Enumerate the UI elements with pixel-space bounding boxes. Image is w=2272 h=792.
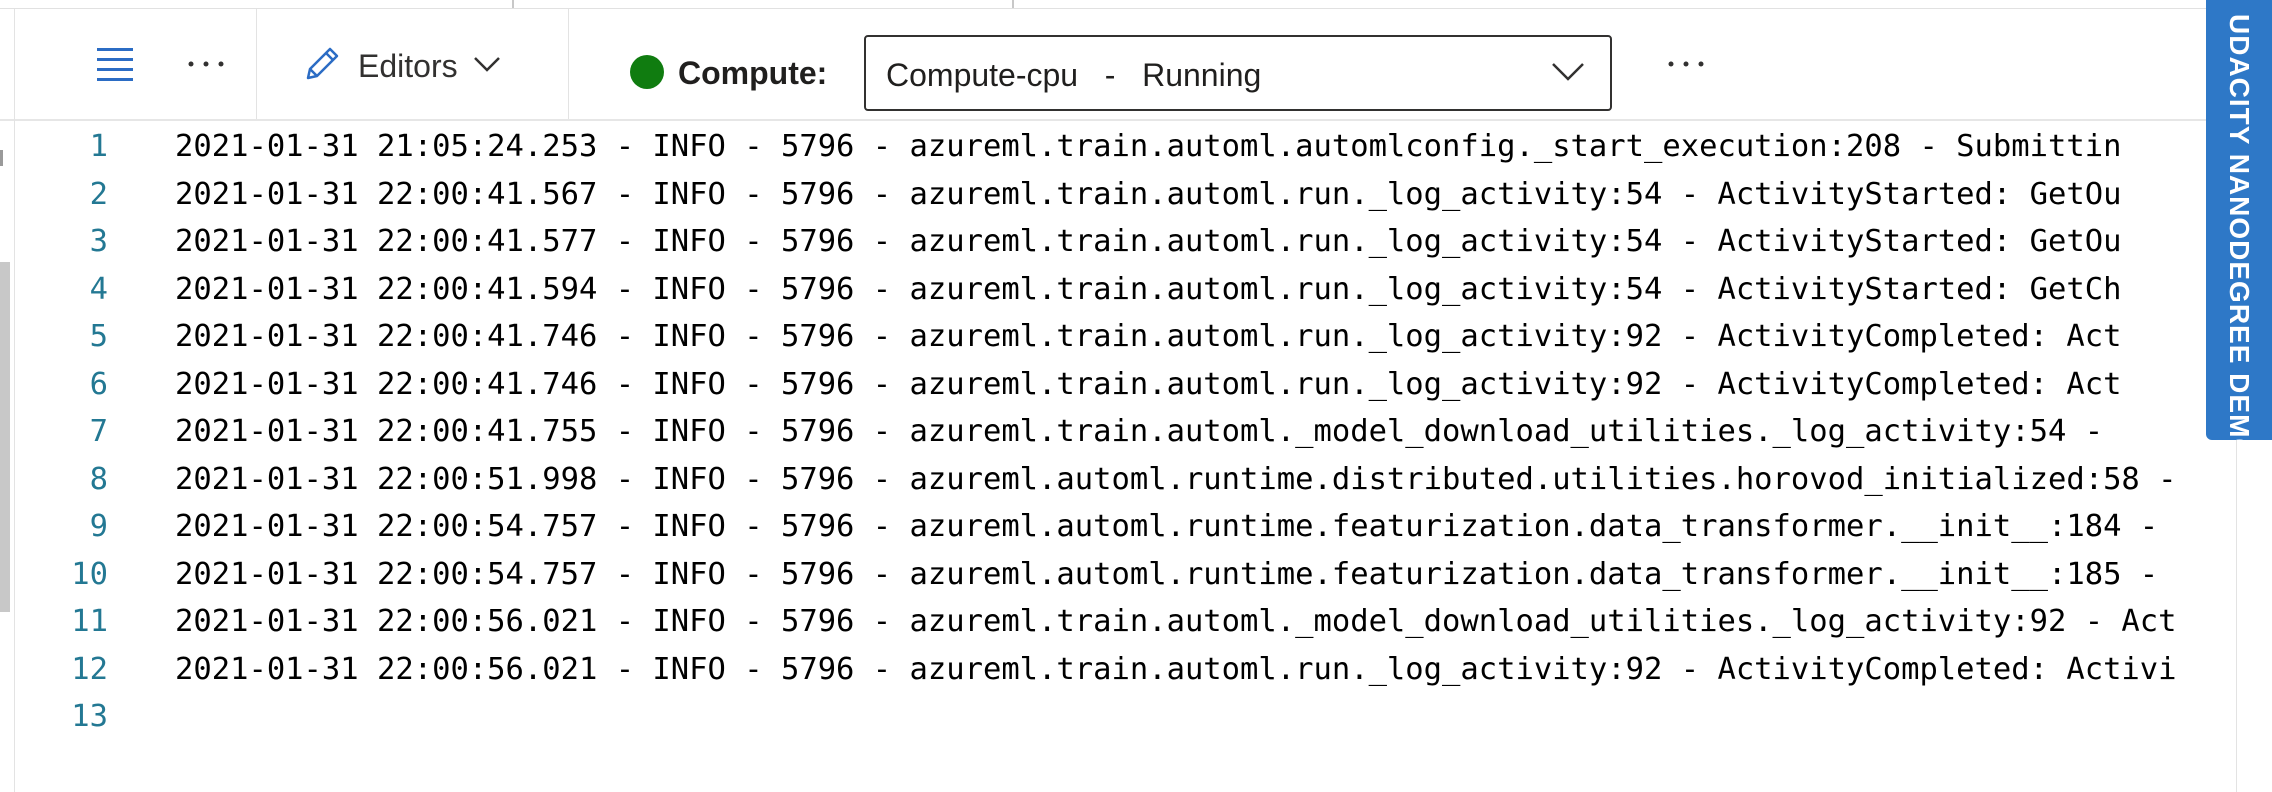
chevron-down-icon (472, 54, 502, 78)
code-line[interactable]: 3 2021-01-31 22:00:41.577 - INFO - 5796 -… (16, 218, 2236, 266)
code-line[interactable]: 11 2021-01-31 22:00:56.021 - INFO - 5796 … (16, 598, 2236, 646)
compute-label: Compute: (678, 55, 828, 91)
line-number: 8 (89, 461, 108, 497)
code-line[interactable]: 9 2021-01-31 22:00:54.757 - INFO - 5796 -… (16, 503, 2236, 551)
tab-separator (512, 0, 514, 8)
banner-text: UDACITY NANODEGREE DEMO (2224, 14, 2255, 440)
line-text: 2021-01-31 22:00:56.021 - INFO - 5796 - … (175, 651, 2177, 687)
editors-label: Editors (358, 47, 458, 84)
line-number: 9 (89, 509, 108, 544)
line-number: 1 (89, 129, 108, 164)
code-line[interactable]: 5 2021-01-31 22:00:41.746 - INFO - 5796 -… (16, 313, 2236, 361)
gutter-marker (0, 150, 3, 166)
toolbar-divider (256, 9, 257, 119)
line-number: 7 (89, 414, 108, 449)
tab-separator (1012, 0, 1014, 8)
chevron-down-icon (1550, 59, 1586, 87)
editors-dropdown[interactable]: Editors (300, 41, 502, 91)
line-number: 13 (71, 699, 108, 734)
tab-strip (0, 0, 2272, 9)
line-number: 2 (89, 176, 108, 212)
more-options-icon[interactable] (1656, 39, 1716, 89)
toolbar-divider (568, 9, 569, 119)
compute-select-value: Compute-cpu - Running (886, 57, 1262, 93)
code-line[interactable]: 4 2021-01-31 22:00:41.594 - INFO - 5796 -… (16, 266, 2236, 314)
menu-icon[interactable] (90, 39, 140, 89)
scrollbar[interactable] (0, 262, 10, 612)
code-line[interactable]: 6 2021-01-31 22:00:41.746 - INFO - 5796 -… (16, 361, 2236, 409)
code-line[interactable]: 7 2021-01-31 22:00:41.755 - INFO - 5796 -… (16, 408, 2236, 456)
code-line[interactable]: 8 2021-01-31 22:00:51.998 - INFO - 5796 -… (16, 456, 2236, 504)
line-number: 11 (71, 604, 108, 639)
line-text: 2021-01-31 22:00:54.757 - INFO - 5796 - … (175, 509, 2159, 544)
line-text: 2021-01-31 22:00:41.746 - INFO - 5796 - … (175, 319, 2122, 354)
log-editor[interactable]: 1 2021-01-31 21:05:24.253 - INFO - 5796 -… (16, 121, 2236, 792)
line-text: 2021-01-31 22:00:41.577 - INFO - 5796 - … (175, 224, 2122, 259)
code-line[interactable]: 10 2021-01-31 22:00:54.757 - INFO - 5796 … (16, 551, 2236, 599)
code-line[interactable]: 2 2021-01-31 22:00:41.567 - INFO - 5796 -… (16, 171, 2236, 219)
more-options-icon[interactable] (176, 39, 236, 89)
compute-select[interactable]: Compute-cpu - Running (864, 35, 1612, 111)
notebook-toolbar: Editors Compute: Compute-cpu - Running (0, 9, 2236, 792)
line-number: 5 (89, 319, 108, 354)
compute-status-icon (630, 55, 664, 89)
right-edge (2236, 440, 2272, 792)
line-text: 2021-01-31 22:00:41.567 - INFO - 5796 - … (175, 176, 2122, 212)
line-text: 2021-01-31 22:00:41.594 - INFO - 5796 - … (175, 271, 2122, 307)
line-number: 3 (89, 224, 108, 259)
line-text: 2021-01-31 22:00:51.998 - INFO - 5796 - … (175, 461, 2177, 497)
line-number: 10 (71, 556, 108, 592)
line-number: 6 (89, 366, 108, 402)
udacity-banner: UDACITY NANODEGREE DEMO (2206, 0, 2272, 440)
line-number: 12 (71, 651, 108, 687)
code-line[interactable]: 1 2021-01-31 21:05:24.253 - INFO - 5796 -… (16, 123, 2236, 171)
line-text: 2021-01-31 22:00:41.755 - INFO - 5796 - … (175, 414, 2122, 449)
line-number: 4 (89, 271, 108, 307)
line-text: 2021-01-31 21:05:24.253 - INFO - 5796 - … (175, 129, 2122, 164)
pencil-icon (300, 42, 344, 90)
line-text: 2021-01-31 22:00:56.021 - INFO - 5796 - … (175, 604, 2177, 639)
line-text: 2021-01-31 22:00:54.757 - INFO - 5796 - … (175, 556, 2159, 592)
line-text: 2021-01-31 22:00:41.746 - INFO - 5796 - … (175, 366, 2122, 402)
code-line[interactable]: 13 (16, 693, 2236, 741)
code-line[interactable]: 12 2021-01-31 22:00:56.021 - INFO - 5796 … (16, 646, 2236, 694)
